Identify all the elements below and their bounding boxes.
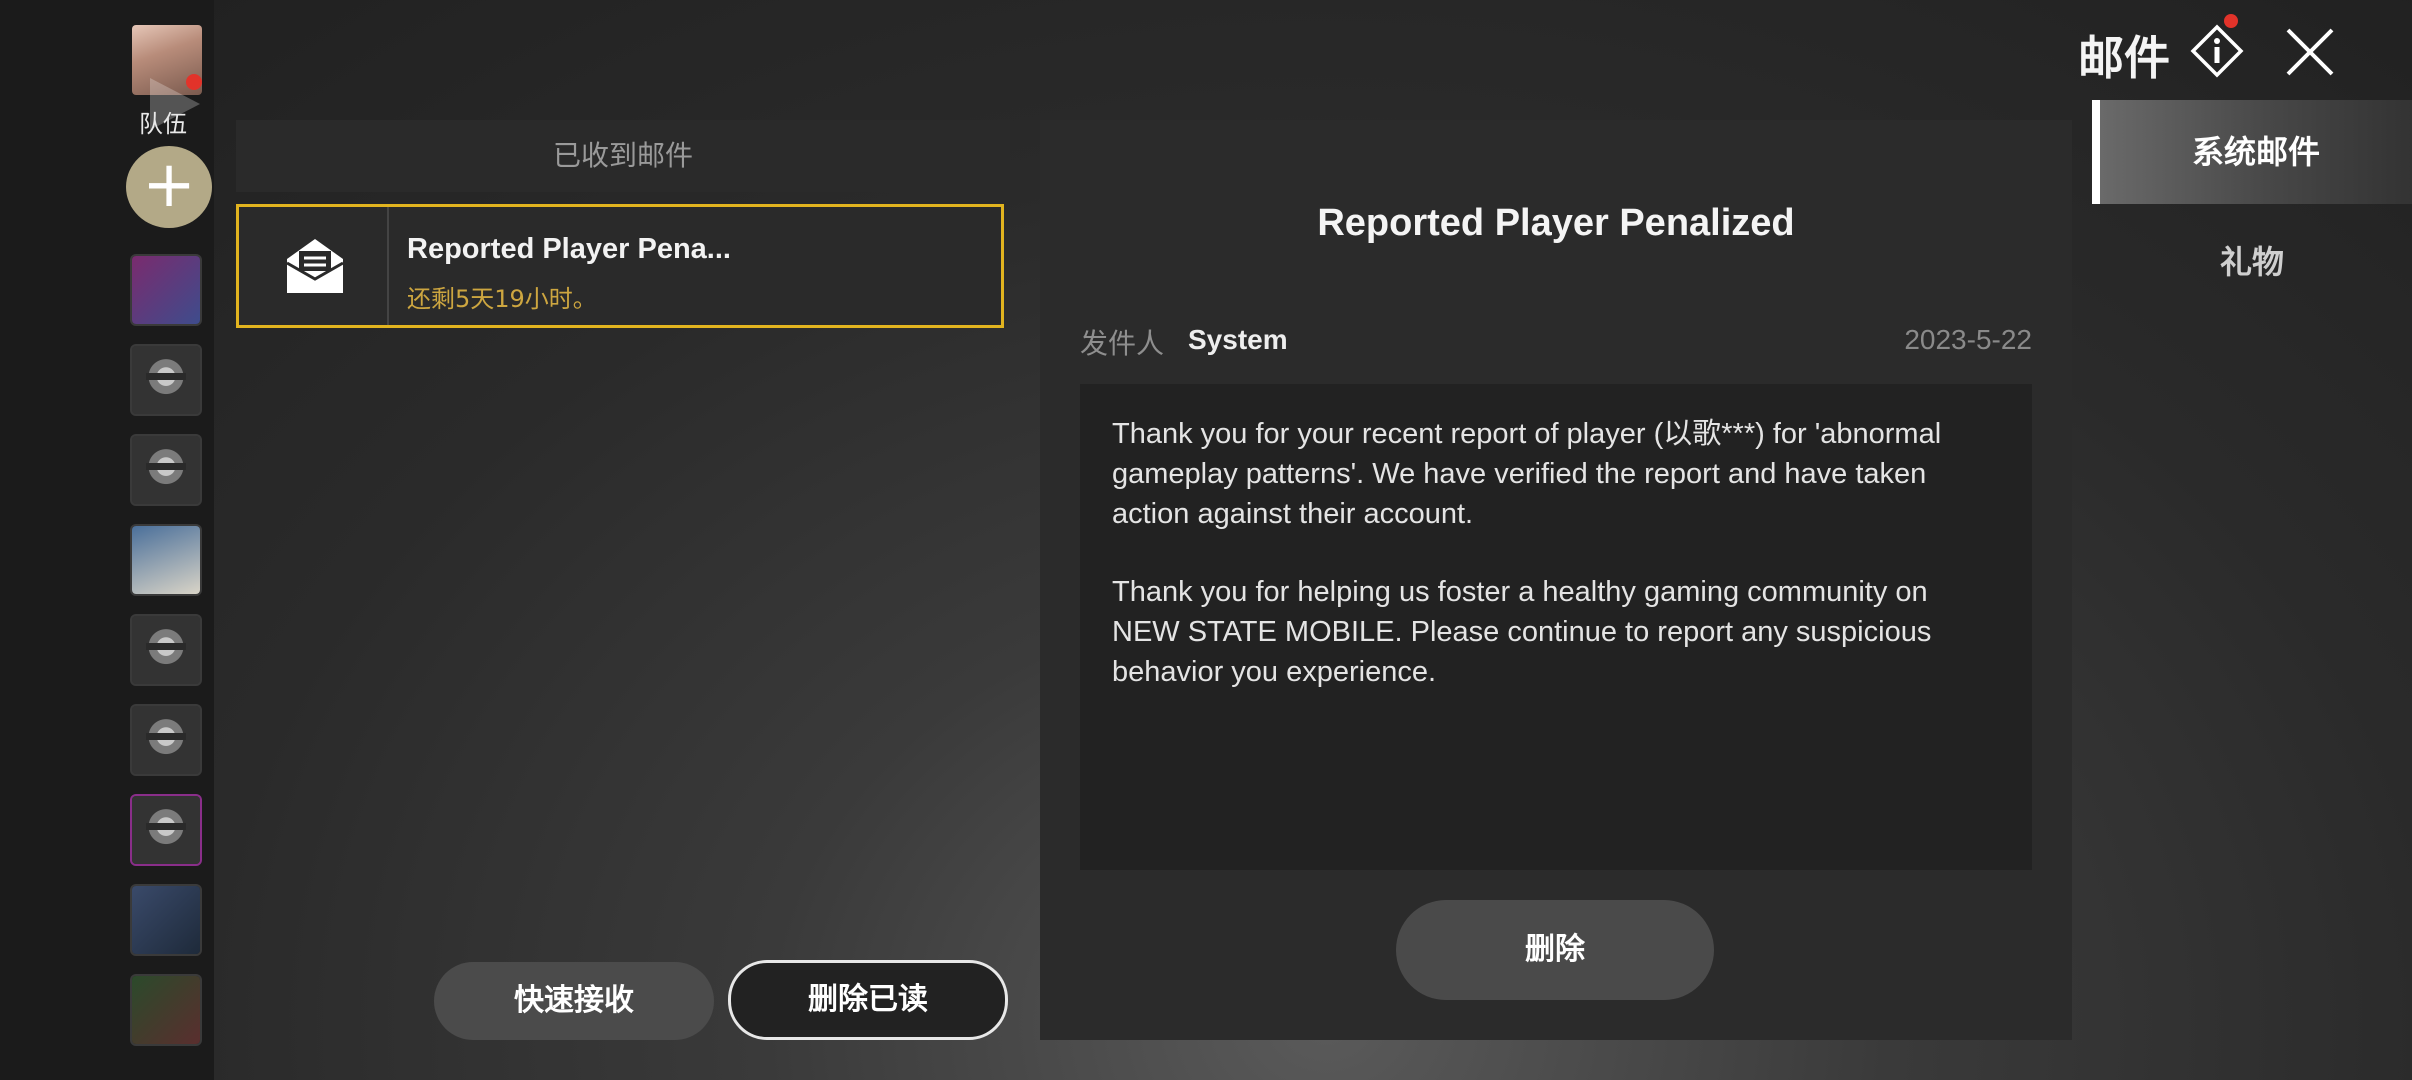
team-label: 队伍 [139, 110, 187, 138]
sender-name: System [1188, 324, 1288, 355]
inbox-header: 已收到邮件 [236, 120, 1010, 192]
friend-avatar[interactable] [132, 886, 200, 954]
delete-read-button[interactable]: 删除已读 [728, 960, 1008, 1040]
notification-dot [186, 74, 202, 90]
sender-label: 发件人 [1080, 327, 1165, 360]
mail-icon-container [239, 207, 389, 325]
tab-gifts[interactable]: 礼物 [2092, 210, 2412, 314]
friends-sidebar: 队伍 + [0, 0, 214, 1080]
add-friend-button[interactable]: + [126, 146, 212, 228]
friend-avatar[interactable] [132, 436, 200, 504]
page-title: 邮件 [2078, 31, 2170, 85]
friend-avatar[interactable] [132, 346, 200, 414]
friend-avatar[interactable] [132, 256, 200, 324]
mail-detail-title: Reported Player Penalized [1317, 202, 1795, 244]
mail-date: 2023-5-22 [1904, 324, 2032, 355]
mail-subject: Reported Player Pena... [407, 233, 731, 265]
friend-avatar[interactable] [132, 616, 200, 684]
friend-avatar[interactable] [132, 526, 200, 594]
friend-avatar[interactable] [132, 976, 200, 1044]
mail-expiry: 还剩5天19小时。 [407, 285, 597, 313]
mail-body-paragraph: Thank you for your recent report of play… [1112, 418, 1950, 530]
mail-list-item[interactable]: Reported Player Pena... 还剩5天19小时。 [236, 204, 1004, 328]
inbox-panel: 已收到邮件 Reported Player Pena... 还剩5天19小时。 [236, 120, 1010, 1040]
mail-body: Thank you for your recent report of play… [1080, 384, 2032, 870]
friend-avatar[interactable] [132, 706, 200, 774]
tab-system-mail[interactable]: 系统邮件 [2092, 100, 2412, 204]
friend-avatar[interactable] [132, 796, 200, 864]
close-icon[interactable] [2284, 26, 2336, 78]
mail-detail-panel: Reported Player Penalized 发件人 System 202… [1040, 120, 2072, 1040]
open-envelope-icon [286, 239, 344, 293]
info-icon[interactable] [2190, 24, 2244, 78]
notification-dot [2224, 14, 2238, 28]
mail-body-paragraph: Thank you for helping us foster a health… [1112, 576, 1940, 688]
delete-mail-button[interactable]: 删除 [1396, 900, 1714, 1000]
quick-receive-button[interactable]: 快速接收 [434, 962, 714, 1040]
